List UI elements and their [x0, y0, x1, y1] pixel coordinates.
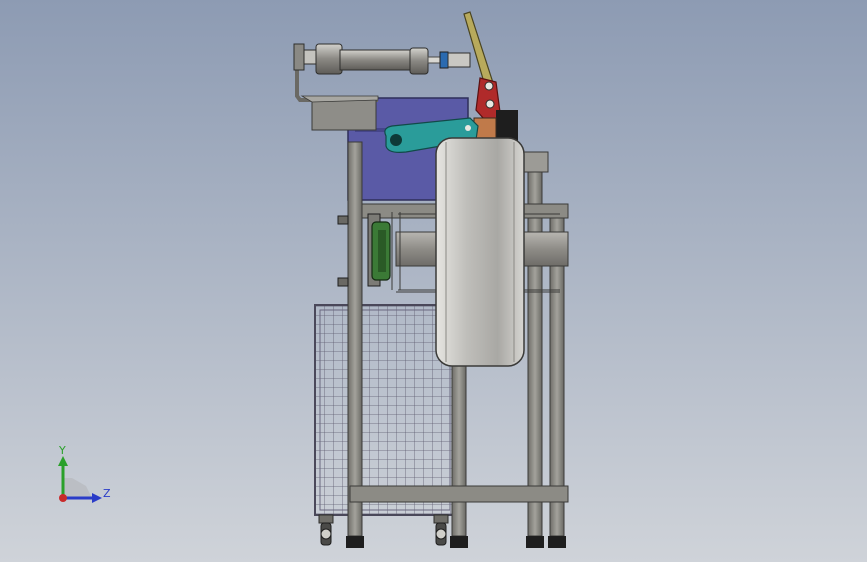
cross-beam-lower — [349, 485, 569, 503]
caster-left — [318, 514, 334, 546]
x-axis-dot — [59, 494, 67, 502]
drive-block — [496, 110, 518, 142]
z-axis-label: Z — [103, 487, 111, 500]
mesh-basket — [314, 304, 456, 516]
cad-viewport[interactable]: Y Z — [0, 0, 867, 562]
y-axis-label: Y — [58, 444, 66, 457]
caster-right — [433, 514, 449, 546]
frame-post-middle — [450, 361, 468, 548]
drive-wheel[interactable] — [435, 137, 525, 367]
frame-top-cap — [521, 151, 549, 173]
green-flange — [367, 213, 391, 287]
